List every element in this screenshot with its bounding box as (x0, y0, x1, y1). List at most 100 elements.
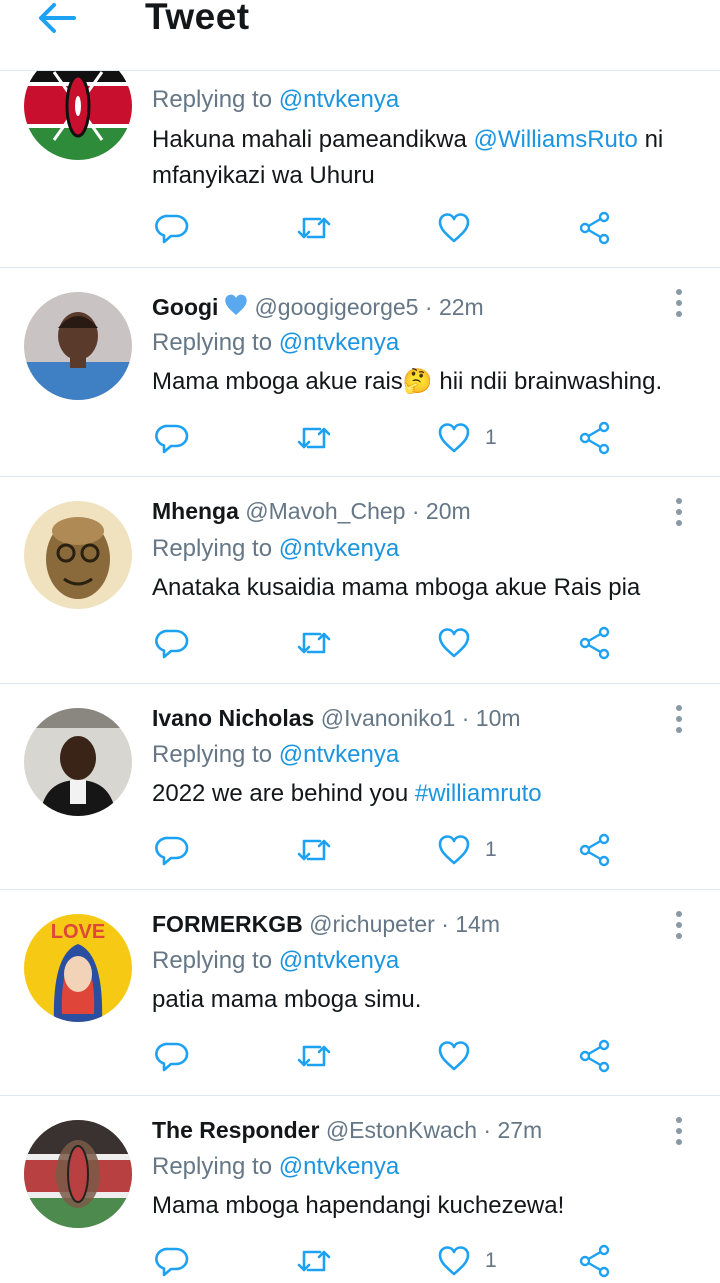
replying-label: Replying to (152, 86, 273, 113)
like-button[interactable] (437, 206, 485, 250)
reply-button[interactable] (155, 621, 189, 665)
back-button[interactable] (36, 0, 80, 36)
reply-icon (155, 214, 189, 244)
reply-icon (155, 629, 189, 659)
mention-link[interactable]: @ntvkenya (279, 947, 399, 974)
hashtag-link[interactable]: #williamruto (415, 780, 542, 807)
display-name[interactable]: FORMERKGB (152, 911, 303, 937)
reply-button[interactable] (155, 828, 189, 872)
display-name[interactable]: Ivano Nicholas (152, 705, 314, 731)
author-line: The Responder @EstonKwach · 27m (152, 1117, 542, 1144)
like-button[interactable]: 1 (437, 828, 497, 872)
display-name[interactable]: Mhenga (152, 498, 239, 524)
more-vertical-icon (676, 289, 682, 317)
like-button[interactable]: 1 (437, 416, 497, 460)
text-segment: 2022 we are behind you (152, 780, 415, 807)
svg-text:LOVE: LOVE (51, 921, 105, 943)
share-button[interactable] (578, 828, 612, 872)
more-options-button[interactable] (664, 702, 694, 736)
tweet-card[interactable]: The Responder @EstonKwach · 27m Replying… (0, 1096, 720, 1283)
replying-label: Replying to (152, 947, 273, 974)
more-options-button[interactable] (664, 286, 694, 320)
tweet-card[interactable]: Ivano Nicholas @Ivanoniko1 · 10m Replyin… (0, 684, 720, 890)
retweet-button[interactable] (296, 206, 332, 250)
user-handle[interactable]: @googigeorge5 (254, 294, 418, 320)
share-icon (579, 833, 610, 867)
author-line: FORMERKGB @richupeter · 14m (152, 911, 500, 938)
back-arrow-icon (39, 3, 76, 33)
retweet-button[interactable] (296, 416, 332, 460)
separator-dot: · (483, 1117, 492, 1143)
tweet-actions (0, 621, 720, 665)
avatar[interactable] (24, 501, 132, 609)
mention-link[interactable]: @ntvkenya (279, 1153, 399, 1180)
retweet-button[interactable] (296, 1239, 332, 1283)
author-line: Mhenga @Mavoh_Chep · 20m (152, 498, 471, 525)
author-line: Googi @googigeorge5 · 22m (152, 292, 484, 324)
more-vertical-icon (676, 1117, 682, 1145)
tweet-card[interactable]: Mhenga @Mavoh_Chep · 20m Replying to @nt… (0, 477, 720, 684)
like-icon (438, 1041, 470, 1071)
retweet-button[interactable] (296, 828, 332, 872)
reply-button[interactable] (155, 1239, 189, 1283)
timestamp: 14m (455, 911, 500, 937)
user-handle[interactable]: @Ivanoniko1 (321, 705, 456, 731)
display-name[interactable]: The Responder (152, 1117, 319, 1143)
like-count: 1 (485, 426, 497, 449)
replying-to: Replying to @ntvkenya (152, 741, 399, 769)
user-handle[interactable]: @Mavoh_Chep (245, 498, 405, 524)
mention-link[interactable]: @ntvkenya (279, 741, 399, 768)
share-button[interactable] (578, 1239, 612, 1283)
tweet-card[interactable]: Googi @googigeorge5 · 22m Replying to @nt… (0, 268, 720, 477)
replying-to: Replying to @ntvkenya (152, 947, 399, 975)
like-button[interactable] (437, 1034, 485, 1078)
timestamp: 20m (425, 498, 471, 524)
replying-to: Replying to @ntvkenya (152, 86, 399, 114)
separator-dot: · (411, 498, 420, 524)
more-options-button[interactable] (664, 495, 694, 529)
avatar[interactable] (24, 292, 132, 400)
text-segment: Mama mboga akue rais (152, 368, 403, 395)
retweet-button[interactable] (296, 621, 332, 665)
like-icon (438, 835, 470, 865)
reply-button[interactable] (155, 206, 189, 250)
like-button[interactable] (437, 621, 485, 665)
mention-link[interactable]: @ntvkenya (279, 535, 399, 562)
thinking-emoji: 🤔 (402, 368, 433, 395)
retweet-button[interactable] (296, 1034, 332, 1078)
tweet-actions: 1 (0, 828, 720, 872)
verified-heart-icon (222, 292, 250, 324)
replying-label: Replying to (152, 329, 273, 356)
more-options-button[interactable] (664, 908, 694, 942)
user-handle[interactable]: @richupeter (309, 911, 435, 937)
more-vertical-icon (676, 498, 682, 526)
display-name[interactable]: Googi (152, 294, 218, 320)
reply-button[interactable] (155, 416, 189, 460)
tweet-text: patia mama mboga simu. (152, 982, 692, 1018)
share-button[interactable] (578, 206, 612, 250)
retweet-icon (297, 632, 331, 654)
avatar[interactable] (24, 1120, 132, 1228)
user-handle[interactable]: @EstonKwach (326, 1117, 477, 1143)
avatar[interactable]: LOVE (24, 914, 132, 1022)
replying-label: Replying to (152, 741, 273, 768)
tweet-actions (0, 206, 720, 250)
mention-link[interactable]: @ntvkenya (279, 86, 399, 113)
mention-link[interactable]: @WilliamsRuto (474, 126, 638, 153)
like-icon (438, 213, 470, 243)
avatar[interactable] (24, 708, 132, 816)
tweet-text: Mama mboga hapendangi kuchezewa! (152, 1188, 692, 1224)
separator-dot: · (424, 294, 433, 320)
like-count: 1 (485, 838, 497, 861)
timestamp: 10m (475, 705, 521, 731)
replying-to: Replying to @ntvkenya (152, 535, 399, 563)
text-segment: hii ndii brainwashing. (432, 368, 663, 395)
share-button[interactable] (578, 621, 612, 665)
reply-button[interactable] (155, 1034, 189, 1078)
mention-link[interactable]: @ntvkenya (279, 329, 399, 356)
more-options-button[interactable] (664, 1114, 694, 1148)
share-button[interactable] (578, 416, 612, 460)
share-button[interactable] (578, 1034, 612, 1078)
like-button[interactable]: 1 (437, 1239, 497, 1283)
tweet-card[interactable]: LOVE FORMERKGB @richupeter · 14m Replyin… (0, 890, 720, 1096)
